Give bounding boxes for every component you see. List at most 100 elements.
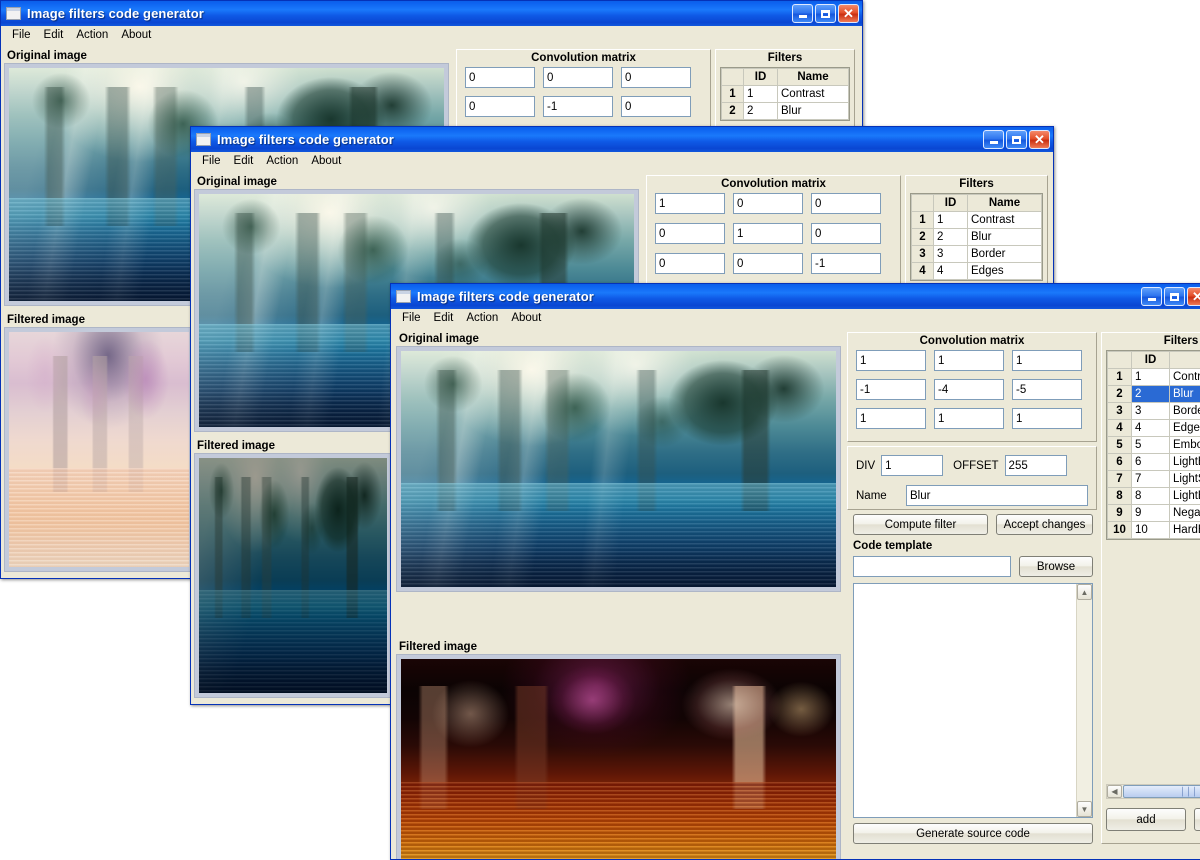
- maximize-button[interactable]: [815, 4, 836, 23]
- add-button[interactable]: add: [1106, 808, 1186, 831]
- table-row[interactable]: 6 6 LightBlu: [1107, 453, 1200, 471]
- matrix-cell-2-0[interactable]: 1: [856, 408, 926, 429]
- filtered-image[interactable]: [199, 458, 387, 693]
- filtered-image[interactable]: [401, 659, 836, 859]
- cell-name[interactable]: Edges: [967, 262, 1042, 280]
- table-row[interactable]: 7 7 LightSh: [1107, 470, 1200, 488]
- browse-button[interactable]: Browse: [1019, 556, 1093, 577]
- matrix-cell-2-0[interactable]: 0: [655, 253, 725, 274]
- compute-filter-button[interactable]: Compute filter: [853, 514, 988, 535]
- menu-item-about[interactable]: About: [116, 28, 159, 43]
- maximize-button[interactable]: [1164, 287, 1185, 306]
- matrix-cell-2-2[interactable]: -1: [811, 253, 881, 274]
- hscroll-thumb[interactable]: │││: [1123, 785, 1200, 798]
- matrix-cell-2-2[interactable]: 1: [1012, 408, 1082, 429]
- cell-id[interactable]: 1: [1131, 368, 1170, 386]
- cell-name[interactable]: LightSh: [1169, 470, 1200, 488]
- table-row[interactable]: 3 3 Border: [911, 245, 1042, 263]
- matrix-cell-0-1[interactable]: 0: [733, 193, 803, 214]
- div-input[interactable]: 1: [881, 455, 944, 476]
- menubar-front[interactable]: File Edit Action About: [391, 309, 1200, 328]
- cell-name[interactable]: Contrast: [777, 85, 849, 103]
- menu-item-file[interactable]: File: [397, 311, 429, 326]
- close-button[interactable]: ✕: [838, 4, 859, 23]
- code-output-text[interactable]: [854, 584, 1076, 817]
- filters-grid-middle[interactable]: ID Name 1 1 Contrast 2 2 Blur 3 3 Border…: [910, 193, 1043, 281]
- menu-item-about[interactable]: About: [306, 154, 349, 169]
- table-row[interactable]: 1 1 Contrast: [911, 211, 1042, 229]
- filters-grid-back[interactable]: ID Name 1 1 Contrast 2 2 Blur: [720, 67, 850, 121]
- titlebar-middle[interactable]: Image filters code generator ✕: [191, 127, 1053, 152]
- cell-name[interactable]: LightEm: [1169, 487, 1200, 505]
- titlebar-front[interactable]: Image filters code generator ✕: [391, 284, 1200, 309]
- matrix-cell-1-1[interactable]: 1: [733, 223, 803, 244]
- scroll-up-icon[interactable]: ▲: [1077, 584, 1092, 600]
- menu-item-edit[interactable]: Edit: [229, 154, 262, 169]
- generate-source-code-button[interactable]: Generate source code: [853, 823, 1093, 844]
- matrix-cell-0-1[interactable]: 0: [543, 67, 613, 88]
- cell-id[interactable]: 3: [1131, 402, 1170, 420]
- window-controls[interactable]: ✕: [1141, 287, 1200, 306]
- cell-name[interactable]: Contras: [1169, 368, 1200, 386]
- matrix-cell-1-0[interactable]: 0: [655, 223, 725, 244]
- matrix-cell-1-1[interactable]: -4: [934, 379, 1004, 400]
- close-button[interactable]: ✕: [1029, 130, 1050, 149]
- code-template-input[interactable]: [853, 556, 1011, 577]
- matrix-cell-0-0[interactable]: 1: [856, 350, 926, 371]
- matrix-cell-0-0[interactable]: 1: [655, 193, 725, 214]
- matrix-cell-2-1[interactable]: 0: [733, 253, 803, 274]
- cell-id[interactable]: 1: [743, 85, 778, 103]
- cell-name[interactable]: Emboss: [1169, 436, 1200, 454]
- minimize-button[interactable]: [1141, 287, 1162, 306]
- matrix-cell-1-2[interactable]: 0: [811, 223, 881, 244]
- matrix-cell-2-1[interactable]: 1: [934, 408, 1004, 429]
- maximize-button[interactable]: [1006, 130, 1027, 149]
- table-row[interactable]: 1 1 Contrast: [721, 85, 849, 103]
- minimize-button[interactable]: [792, 4, 813, 23]
- cell-id[interactable]: 3: [933, 245, 968, 263]
- cell-name[interactable]: Contrast: [967, 211, 1042, 229]
- window-controls[interactable]: ✕: [983, 130, 1050, 149]
- matrix-cell-0-1[interactable]: 1: [934, 350, 1004, 371]
- menu-item-file[interactable]: File: [7, 28, 39, 43]
- table-row[interactable]: 3 3 Border: [1107, 402, 1200, 420]
- cell-name[interactable]: Edges: [1169, 419, 1200, 437]
- scroll-down-icon[interactable]: ▼: [1077, 801, 1092, 817]
- original-image-frame[interactable]: [396, 346, 841, 592]
- menubar-back[interactable]: File Edit Action About: [1, 26, 862, 45]
- window-front[interactable]: Image filters code generator ✕ File Edit…: [390, 283, 1200, 860]
- matrix-cell-1-2[interactable]: -5: [1012, 379, 1082, 400]
- cell-name[interactable]: Blur: [777, 102, 849, 120]
- menu-item-edit[interactable]: Edit: [429, 311, 462, 326]
- table-row[interactable]: 5 5 Emboss: [1107, 436, 1200, 454]
- cell-id[interactable]: 4: [1131, 419, 1170, 437]
- menu-item-action[interactable]: Action: [71, 28, 116, 43]
- table-row[interactable]: 2 2 Blur: [721, 102, 849, 120]
- matrix-cell-1-1[interactable]: -1: [543, 96, 613, 117]
- cell-name[interactable]: Blur: [1169, 385, 1200, 403]
- name-input[interactable]: Blur: [906, 485, 1088, 506]
- menu-item-file[interactable]: File: [197, 154, 229, 169]
- matrix-cell-0-0[interactable]: 0: [465, 67, 535, 88]
- filtered-image[interactable]: [9, 332, 189, 567]
- matrix-cell-0-2[interactable]: 1: [1012, 350, 1082, 371]
- menu-item-about[interactable]: About: [506, 311, 549, 326]
- secondary-button[interactable]: [1194, 808, 1200, 831]
- cell-id[interactable]: 2: [933, 228, 968, 246]
- cell-id[interactable]: 10: [1131, 521, 1170, 539]
- table-row[interactable]: 2 2 Blur: [911, 228, 1042, 246]
- matrix-cell-0-2[interactable]: 0: [621, 67, 691, 88]
- filters-hscrollbar[interactable]: ◀ │││: [1106, 784, 1200, 799]
- filters-grid-front[interactable]: ID Na 1 1 Contras 2 2 Blur: [1106, 350, 1200, 540]
- cell-id[interactable]: 9: [1131, 504, 1170, 522]
- table-row[interactable]: 10 10 HardEm: [1107, 521, 1200, 539]
- original-image[interactable]: [401, 351, 836, 587]
- code-output-area[interactable]: ▲ ▼: [853, 583, 1093, 818]
- cell-name[interactable]: Border: [967, 245, 1042, 263]
- close-button[interactable]: ✕: [1187, 287, 1200, 306]
- minimize-button[interactable]: [983, 130, 1004, 149]
- cell-id[interactable]: 7: [1131, 470, 1170, 488]
- menu-item-edit[interactable]: Edit: [39, 28, 72, 43]
- table-row[interactable]: 8 8 LightEm: [1107, 487, 1200, 505]
- table-row[interactable]: 9 9 Negativ: [1107, 504, 1200, 522]
